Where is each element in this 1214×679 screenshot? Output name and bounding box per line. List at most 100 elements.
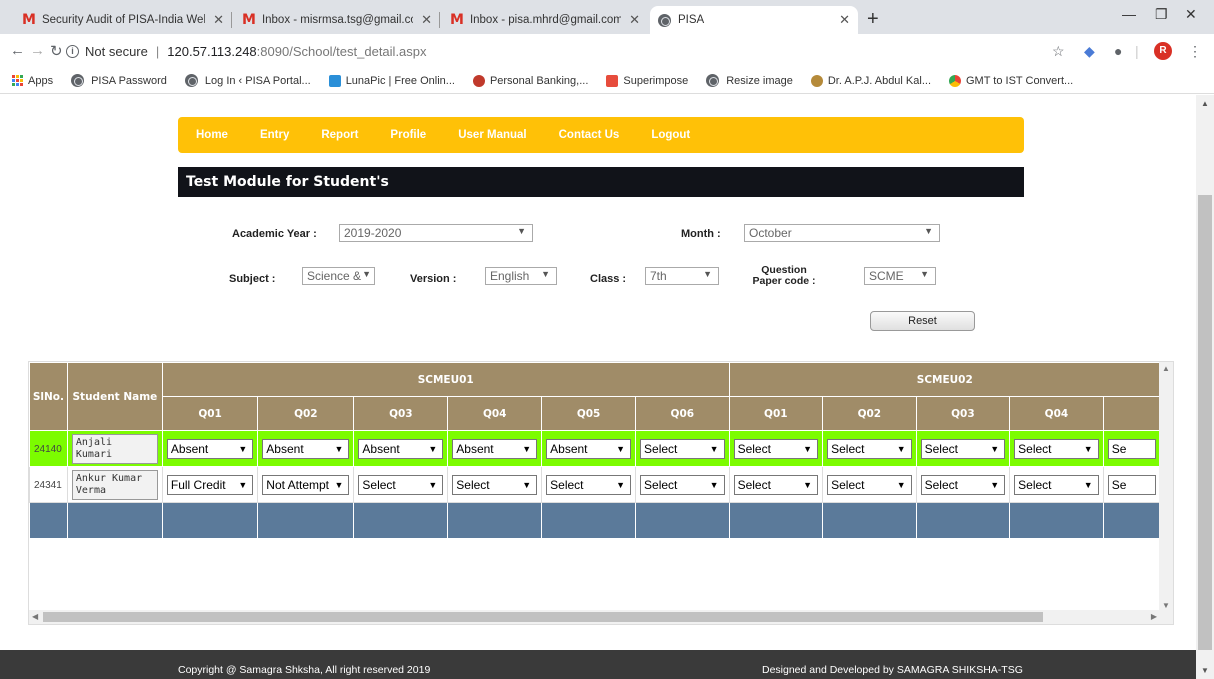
grid-footer-cell (257, 502, 355, 539)
answer-select[interactable]: Select ▼ (1014, 438, 1099, 459)
student-name-field[interactable]: Ankur Kumar Verma (71, 469, 158, 500)
answer-select[interactable]: Select ▼ (1014, 474, 1099, 495)
nav-contact-us[interactable]: Contact Us (559, 129, 620, 141)
bookmark-pisa-password[interactable]: PISA Password (71, 74, 167, 87)
nav-profile[interactable]: Profile (390, 129, 426, 141)
address-bar[interactable]: i Not secure | 120.57.113.248:8090/Schoo… (66, 39, 1174, 63)
forward-icon[interactable]: → (30, 42, 45, 59)
scroll-down-icon[interactable]: ▼ (1201, 666, 1209, 675)
answer-select[interactable]: Select ▼ (546, 474, 632, 495)
nav-logout[interactable]: Logout (651, 129, 690, 141)
subject-select[interactable]: Science & ▼ (302, 267, 375, 285)
nav-user-manual[interactable]: User Manual (458, 129, 526, 141)
close-tab-icon[interactable]: ✕ (629, 12, 640, 28)
bookmark-superimpose[interactable]: Superimpose (606, 74, 688, 87)
superimpose-icon (606, 74, 619, 87)
month-label: Month : (681, 228, 721, 240)
grid-footer-cell (915, 502, 1011, 539)
nav-home[interactable]: Home (196, 129, 228, 141)
grid-footer-cell (1102, 502, 1161, 539)
scroll-up-icon[interactable]: ▲ (1201, 99, 1209, 108)
answer-select[interactable]: Select ▼ (640, 438, 725, 459)
chevron-down-icon: ▼ (541, 269, 550, 279)
tab-inbox-pisa[interactable]: M Inbox - pisa.mhrd@gmail.com - ✕ (442, 6, 648, 34)
answer-select[interactable]: Absent ▼ (358, 438, 444, 459)
grid-scroll-thumb[interactable] (43, 612, 1043, 622)
class-select[interactable]: 7th ▼ (645, 267, 719, 285)
version-label: Version : (410, 273, 457, 285)
profile-avatar[interactable]: R (1154, 42, 1172, 60)
answer-select[interactable]: Select ▼ (358, 474, 444, 495)
answer-select[interactable]: Select ▼ (827, 474, 912, 495)
answer-select[interactable]: Select ▼ (733, 438, 819, 459)
restore-icon[interactable]: ❐ (1155, 6, 1168, 23)
close-tab-icon[interactable]: ✕ (421, 12, 432, 28)
extension-icon[interactable]: ◆ (1084, 43, 1095, 60)
answer-select[interactable]: Absent ▼ (166, 438, 254, 459)
answer-cell: Select ▼ (353, 466, 449, 503)
answer-select[interactable]: Se (1107, 474, 1156, 495)
bookmark-lunapic[interactable]: LunaPic | Free Onlin... (328, 74, 455, 87)
bookmark-banking[interactable]: Personal Banking,... (472, 74, 588, 87)
academic-year-select[interactable]: 2019-2020 ▼ (339, 224, 533, 242)
answer-select[interactable]: Select ▼ (920, 474, 1006, 495)
answer-select[interactable]: Absent ▼ (452, 438, 538, 459)
answer-select[interactable]: Select ▼ (827, 438, 912, 459)
answer-select[interactable]: Not Attempt ▼ (262, 474, 350, 495)
bookmark-apps[interactable]: Apps (12, 75, 53, 87)
answer-select[interactable]: Select ▼ (452, 474, 538, 495)
grid-horizontal-scrollbar[interactable]: ◀ ▶ (29, 610, 1173, 624)
chevron-down-icon: ▼ (238, 443, 248, 454)
tab-security-audit[interactable]: M Security Audit of PISA-India Web ✕ (14, 6, 232, 34)
answer-select[interactable]: Full Credit ▼ (166, 474, 254, 495)
grid-vertical-scrollbar[interactable]: ▲ ▼ (1159, 362, 1173, 612)
new-tab-icon[interactable]: + (867, 8, 879, 31)
month-select[interactable]: October ▼ (744, 224, 940, 242)
bookmark-kalam[interactable]: Dr. A.P.J. Abdul Kal... (810, 74, 931, 87)
close-tab-icon[interactable]: ✕ (213, 12, 224, 28)
answer-select[interactable]: Select ▼ (920, 438, 1006, 459)
answer-cell: Not Attempt ▼ (257, 466, 355, 503)
scroll-up-icon[interactable]: ▲ (1162, 364, 1170, 373)
answer-select[interactable]: Select ▼ (640, 474, 725, 495)
bookmark-pisa-portal[interactable]: Log In ‹ PISA Portal... (184, 74, 311, 87)
chevron-down-icon: ▼ (522, 443, 532, 454)
reload-icon[interactable]: ↻ (50, 42, 63, 60)
answer-cell: Select ▼ (915, 430, 1011, 467)
reset-button[interactable]: Reset (870, 311, 975, 331)
tab-inbox-misrmsa[interactable]: M Inbox - misrmsa.tsg@gmail.com ✕ (234, 6, 440, 34)
answer-select[interactable]: Absent ▼ (546, 438, 632, 459)
scroll-right-icon[interactable]: ▶ (1151, 612, 1157, 621)
record-icon[interactable]: ● (1114, 43, 1122, 59)
answer-value: Absent (456, 441, 494, 456)
answer-select[interactable]: Absent ▼ (262, 438, 350, 459)
question-paper-select[interactable]: SCME ▼ (864, 267, 936, 285)
scroll-down-icon[interactable]: ▼ (1162, 601, 1170, 610)
group-header-scmeu01: SCMEU01 (161, 362, 730, 397)
menu-kebab-icon[interactable]: ⋮ (1188, 43, 1202, 60)
back-icon[interactable]: ← (10, 42, 25, 59)
answer-value: Absent (550, 441, 588, 456)
chevron-down-icon: ▼ (924, 226, 933, 236)
bookmark-gmt-ist[interactable]: GMT to IST Convert... (949, 74, 1073, 87)
page-vertical-scrollbar[interactable]: ▲ ▼ (1196, 95, 1214, 679)
info-icon[interactable]: i (66, 44, 79, 58)
nav-report[interactable]: Report (321, 129, 358, 141)
star-icon[interactable]: ☆ (1052, 43, 1065, 60)
answer-cell: Full Credit ▼ (161, 466, 259, 503)
answer-select[interactable]: Select ▼ (733, 474, 819, 495)
close-tab-icon[interactable]: ✕ (839, 12, 850, 28)
scroll-left-icon[interactable]: ◀ (32, 612, 38, 621)
close-window-icon[interactable]: ✕ (1185, 6, 1197, 23)
question-header: Q01 (161, 396, 259, 431)
version-select[interactable]: English ▼ (485, 267, 557, 285)
globe-icon (706, 74, 720, 87)
nav-entry[interactable]: Entry (260, 129, 289, 141)
bookmark-resize-image[interactable]: Resize image (706, 74, 793, 87)
student-name-field[interactable]: Anjali Kumari (71, 433, 158, 464)
page-scroll-thumb[interactable] (1198, 195, 1212, 650)
answer-select[interactable]: Se (1107, 438, 1156, 459)
minimize-icon[interactable]: — (1122, 6, 1136, 22)
tab-pisa[interactable]: PISA ✕ (650, 6, 858, 34)
answer-cell: Select ▼ (541, 466, 637, 503)
